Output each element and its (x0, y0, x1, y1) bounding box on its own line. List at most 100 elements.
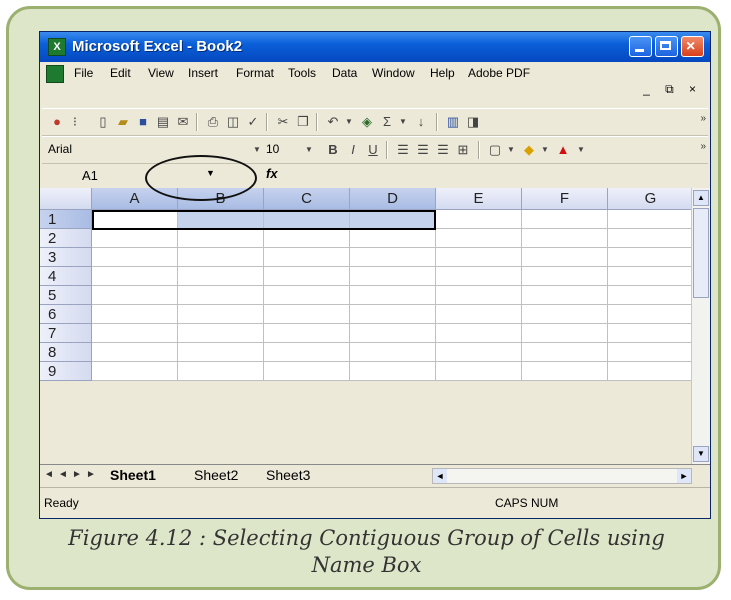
cell-c9[interactable] (264, 362, 350, 381)
vertical-scrollbar[interactable]: ▲ ▼ (691, 188, 710, 464)
cell-g9[interactable] (608, 362, 694, 381)
sheet-tab-1[interactable]: Sheet1 (110, 467, 156, 483)
row-header-9[interactable]: 9 (40, 362, 92, 381)
font-color-icon[interactable]: ▲ (554, 141, 572, 158)
menu-tools[interactable]: Tools (288, 66, 316, 80)
borders-dropdown-icon[interactable]: ▼ (502, 141, 520, 158)
maximize-button[interactable] (655, 36, 678, 57)
select-all-corner[interactable] (40, 188, 92, 210)
cell-c1[interactable] (264, 210, 350, 229)
cell-e3[interactable] (436, 248, 522, 267)
insert-function-icon[interactable]: fx (266, 166, 278, 181)
chart-wizard-icon[interactable]: ▥ (444, 113, 462, 130)
cell-d4[interactable] (350, 267, 436, 286)
cell-c8[interactable] (264, 343, 350, 362)
cell-d9[interactable] (350, 362, 436, 381)
column-header-d[interactable]: D (350, 188, 436, 210)
cell-d2[interactable] (350, 229, 436, 248)
cell-b6[interactable] (178, 305, 264, 324)
formatting-options-chevron-icon[interactable]: » (700, 141, 706, 152)
first-sheet-icon[interactable]: ◄ (44, 469, 54, 480)
font-dropdown-icon[interactable]: ▼ (248, 141, 266, 158)
workbook-icon[interactable] (46, 65, 64, 83)
drawing-icon[interactable]: ◨ (464, 113, 482, 130)
workbook-window-controls[interactable]: _ ⧉ × (643, 82, 702, 97)
cell-a3[interactable] (92, 248, 178, 267)
cell-f4[interactable] (522, 267, 608, 286)
scroll-left-icon[interactable]: ◄ (433, 469, 447, 483)
copy-icon[interactable]: ❐ (294, 113, 312, 130)
cell-e1[interactable] (436, 210, 522, 229)
cell-f5[interactable] (522, 286, 608, 305)
next-sheet-icon[interactable]: ► (72, 469, 82, 480)
row-header-8[interactable]: 8 (40, 343, 92, 362)
permission-icon[interactable]: ▤ (154, 113, 172, 130)
cell-g8[interactable] (608, 343, 694, 362)
align-left-icon[interactable]: ☰ (394, 141, 412, 158)
prev-sheet-icon[interactable]: ◄ (58, 469, 68, 480)
row-header-1[interactable]: 1 (40, 210, 92, 229)
menu-format[interactable]: Format (236, 66, 274, 80)
cell-f8[interactable] (522, 343, 608, 362)
cell-g2[interactable] (608, 229, 694, 248)
cell-a6[interactable] (92, 305, 178, 324)
cell-e6[interactable] (436, 305, 522, 324)
menu-data[interactable]: Data (332, 66, 357, 80)
menu-adobe-pdf[interactable]: Adobe PDF (468, 66, 530, 80)
last-sheet-icon[interactable]: ► (86, 469, 96, 480)
cell-g5[interactable] (608, 286, 694, 305)
cell-b5[interactable] (178, 286, 264, 305)
cell-a8[interactable] (92, 343, 178, 362)
align-right-icon[interactable]: ☰ (434, 141, 452, 158)
cell-d8[interactable] (350, 343, 436, 362)
cell-d6[interactable] (350, 305, 436, 324)
menu-help[interactable]: Help (430, 66, 455, 80)
cell-c6[interactable] (264, 305, 350, 324)
horizontal-scrollbar[interactable]: ◄ ► (432, 468, 692, 484)
close-button[interactable]: × (681, 36, 704, 57)
menu-view[interactable]: View (148, 66, 174, 80)
merge-center-icon[interactable]: ⊞ (454, 141, 472, 158)
cell-f9[interactable] (522, 362, 608, 381)
print-icon[interactable]: ⎙ (204, 113, 222, 130)
cell-f6[interactable] (522, 305, 608, 324)
toolbar-options-chevron-icon[interactable]: » (700, 113, 706, 124)
size-dropdown-icon[interactable]: ▼ (300, 141, 318, 158)
save-icon[interactable]: ■ (134, 113, 152, 130)
underline-icon[interactable]: U (364, 141, 382, 158)
cell-f7[interactable] (522, 324, 608, 343)
italic-icon[interactable]: I (344, 141, 362, 158)
scroll-down-icon[interactable]: ▼ (693, 446, 709, 462)
cell-c5[interactable] (264, 286, 350, 305)
cell-a5[interactable] (92, 286, 178, 305)
row-header-4[interactable]: 4 (40, 267, 92, 286)
cell-e7[interactable] (436, 324, 522, 343)
align-center-icon[interactable]: ☰ (414, 141, 432, 158)
toolbar-options-icon[interactable]: ● (48, 113, 66, 130)
cell-b8[interactable] (178, 343, 264, 362)
cut-icon[interactable]: ✂ (274, 113, 292, 130)
row-header-6[interactable]: 6 (40, 305, 92, 324)
font-color-dropdown-icon[interactable]: ▼ (572, 141, 590, 158)
email-icon[interactable]: ✉ (174, 113, 192, 130)
font-name-select[interactable]: Arial (48, 140, 186, 158)
cell-b7[interactable] (178, 324, 264, 343)
cell-d7[interactable] (350, 324, 436, 343)
cell-e2[interactable] (436, 229, 522, 248)
cell-g7[interactable] (608, 324, 694, 343)
minimize-button[interactable] (629, 36, 652, 57)
print-preview-icon[interactable]: ◫ (224, 113, 242, 130)
cell-c7[interactable] (264, 324, 350, 343)
cell-e5[interactable] (436, 286, 522, 305)
spelling-icon[interactable]: ✓ (244, 113, 262, 130)
bold-icon[interactable]: B (324, 141, 342, 158)
cell-e9[interactable] (436, 362, 522, 381)
cell-b2[interactable] (178, 229, 264, 248)
cell-b3[interactable] (178, 248, 264, 267)
menu-insert[interactable]: Insert (188, 66, 218, 80)
scroll-thumb[interactable] (693, 208, 709, 298)
cell-d1[interactable] (350, 210, 436, 229)
menu-window[interactable]: Window (372, 66, 415, 80)
column-header-e[interactable]: E (436, 188, 522, 210)
cell-g3[interactable] (608, 248, 694, 267)
